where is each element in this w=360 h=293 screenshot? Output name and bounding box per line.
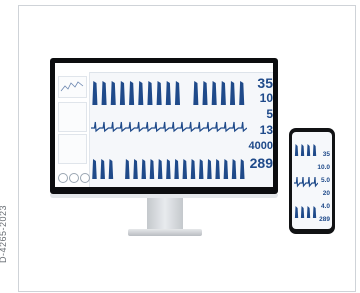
- patient-info-card: [58, 76, 87, 98]
- waveform-line: [91, 121, 247, 133]
- menu-button[interactable]: [80, 173, 90, 183]
- reading-4: 13: [259, 123, 273, 137]
- phone-wave-3: [294, 206, 318, 218]
- phone-wave-2: [294, 176, 318, 188]
- settings-panel: [58, 134, 87, 164]
- mini-trend-icon: [60, 81, 84, 92]
- waveform-area: [91, 81, 247, 179]
- phone-reading-1: 35: [322, 151, 330, 158]
- phone-reading-5: 4.0: [320, 203, 330, 210]
- waveform-fill: [294, 206, 318, 218]
- monitor-base: [128, 229, 202, 236]
- phone-reading-3: 5.0: [320, 177, 330, 184]
- phone-reading-2: 10.0: [317, 164, 330, 171]
- phone-wave-1: [294, 144, 318, 156]
- reading-5: 4000: [248, 140, 273, 152]
- alarm-panel: [58, 102, 87, 132]
- monitor-screen: 35 10 5 13 4000 289: [55, 63, 273, 187]
- reading-6: 289: [249, 155, 273, 171]
- reading-2: 10: [259, 91, 273, 105]
- waveform-line: [294, 176, 318, 188]
- waveform-fill: [294, 144, 318, 156]
- pause-button[interactable]: [69, 173, 79, 183]
- reading-1: 35: [257, 75, 273, 91]
- waveform-fill: [91, 159, 247, 179]
- mode-button[interactable]: [58, 173, 68, 183]
- monitor-stand: [147, 198, 183, 230]
- left-panel: [55, 72, 90, 187]
- smartphone: 35 10.0 5.0 20 4.0 289: [289, 128, 335, 234]
- waveform-fill: [91, 81, 247, 105]
- document-id: D-4265-2023: [0, 204, 8, 263]
- numeric-column: 35 10 5 13 4000 289: [248, 73, 273, 183]
- desktop-monitor: 35 10 5 13 4000 289: [50, 58, 278, 194]
- phone-reading-4: 20: [322, 190, 330, 197]
- reading-3: 5: [266, 107, 273, 121]
- phone-reading-6: 289: [319, 216, 330, 223]
- phone-screen: 35 10.0 5.0 20 4.0 289: [292, 132, 332, 229]
